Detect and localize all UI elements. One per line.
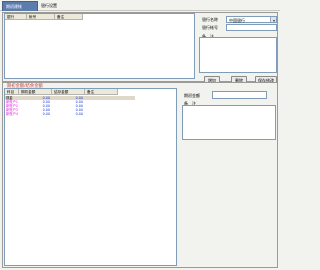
tab-bank-settings[interactable]: 银行设置	[38, 1, 74, 11]
balance-group: 期初金额/结余金额 科目 期初金额 结存金额 备注 现金 0.00 0.00 新…	[2, 82, 278, 268]
column-header-bank[interactable]: 银行	[5, 14, 27, 20]
chevron-down-icon[interactable]	[270, 17, 276, 22]
column-header-remark[interactable]: 备注	[85, 89, 118, 95]
balance-list[interactable]: 科目 期初金额 结存金额 备注 现金 0.00 0.00 新账户1 0.00 0…	[4, 88, 177, 266]
opening-amount-label: 期初金额	[184, 93, 200, 98]
balance-list-header: 科目 期初金额 结存金额 备注	[5, 89, 118, 95]
bank-account-input[interactable]	[226, 24, 277, 31]
opening-amount-input[interactable]	[212, 91, 267, 99]
column-header-opening[interactable]: 期初金额	[19, 89, 52, 95]
balance-remark-input[interactable]	[182, 105, 276, 140]
bank-accounts-list[interactable]: 银行 帐号 备注	[4, 13, 195, 79]
bank-remark-input[interactable]	[199, 37, 277, 73]
subject-cell: 新账户4	[6, 112, 18, 116]
tab-opening-setup[interactable]: 期初建帐	[2, 1, 38, 11]
opening-amount-cell: 0.00	[42, 112, 50, 116]
bank-accounts-group: 银行帐户 银行 帐号 备注 银行名称 中国银行 银行帐号 备 注 增加 删除 保…	[2, 12, 278, 84]
balance-amount-cell: 0.00	[75, 112, 83, 116]
bank-list-header: 银行 帐号 备注	[5, 14, 83, 20]
remark-cell	[85, 112, 118, 116]
bank-account-label: 银行帐号	[202, 25, 218, 30]
bank-name-combo[interactable]: 中国银行	[226, 16, 277, 23]
column-header-subject[interactable]: 科目	[5, 89, 19, 95]
table-row[interactable]: 新账户4 0.00 0.00	[5, 112, 118, 116]
tab-strip: 期初建帐 银行设置	[0, 0, 280, 11]
column-header-account[interactable]: 帐号	[27, 14, 55, 20]
bank-name-label: 银行名称	[202, 17, 218, 22]
column-header-remark[interactable]: 备注	[55, 14, 83, 20]
column-header-balance[interactable]: 结存金额	[52, 89, 85, 95]
